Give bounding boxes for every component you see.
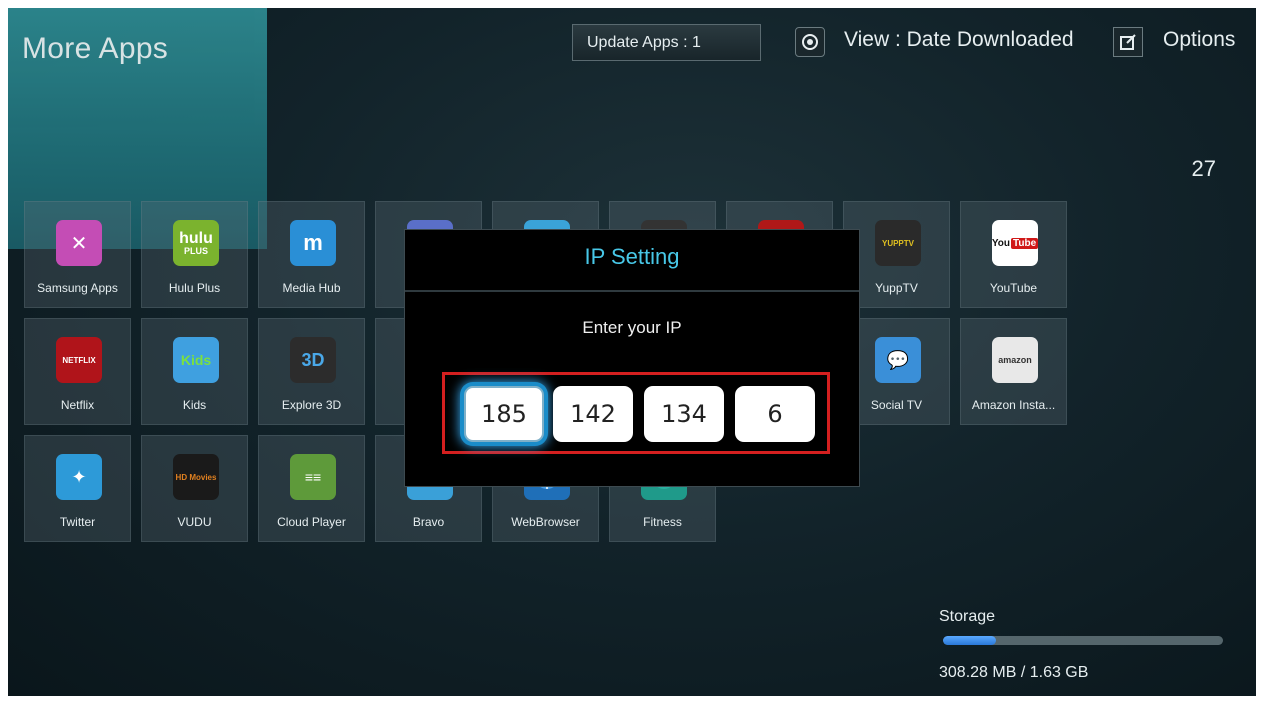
netflix-icon: NETFLIX <box>56 337 102 383</box>
ip-octet-1-input[interactable]: 185 <box>464 386 544 442</box>
kids-icon: Kids <box>173 337 219 383</box>
app-tile-label: Amazon Insta... <box>971 398 1056 412</box>
app-tile-label: Cloud Player <box>277 515 346 529</box>
storage-label: Storage <box>939 608 996 625</box>
app-tile-label: Explore 3D <box>281 398 342 412</box>
twitter-icon: ✦ <box>56 454 102 500</box>
ip-octet-4-input[interactable]: 6 <box>735 386 815 442</box>
app-tile-label: Kids <box>182 398 207 412</box>
options-button[interactable]: Options <box>1163 28 1235 52</box>
dialog-divider <box>405 290 859 292</box>
storage-bar <box>943 636 1223 645</box>
hulu-plus-icon: hulu PLUS <box>173 220 219 266</box>
app-tile[interactable]: 3D Explore 3D <box>258 318 365 425</box>
app-tile-label: Twitter <box>59 515 96 529</box>
social-tv-icon: 💬 <box>875 337 921 383</box>
youtube-logo-tube: Tube <box>1011 237 1038 249</box>
storage-bar-fill <box>943 636 997 645</box>
ip-setting-dialog: IP Setting Enter your IP 185 142 134 6 <box>404 229 860 487</box>
vudu-logo-text: HD Movies <box>175 472 217 482</box>
yupptv-logo-text: YUPPTV <box>881 238 914 248</box>
app-tile-label: Hulu Plus <box>168 281 221 295</box>
app-tile-label: VUDU <box>177 515 212 529</box>
app-tile-label: Bravo <box>412 515 445 529</box>
app-count: 27 <box>1191 156 1216 181</box>
ip-octet-3-input[interactable]: 134 <box>644 386 724 442</box>
app-tile[interactable]: ✦ Twitter <box>24 435 131 542</box>
app-tile-label: Media Hub <box>282 281 341 295</box>
update-apps-button[interactable]: Update Apps : 1 <box>572 24 761 61</box>
amazon-logo-text: amazon <box>998 355 1032 365</box>
youtube-icon: You Tube <box>992 220 1038 266</box>
kids-logo-text: Kids <box>180 352 212 368</box>
app-tile[interactable]: ✕ Samsung Apps <box>24 201 131 308</box>
app-tile[interactable]: You Tube YouTube <box>960 201 1067 308</box>
yupptv-icon: YUPPTV <box>875 220 921 266</box>
app-tile-label: Fitness <box>643 515 682 529</box>
samsung-apps-icon: ✕ <box>56 220 102 266</box>
app-tile-label: Samsung Apps <box>37 281 118 295</box>
vudu-icon: HD Movies <box>173 454 219 500</box>
amazon-instant-icon: amazon <box>992 337 1038 383</box>
options-icon[interactable] <box>1113 27 1143 57</box>
view-sort-button[interactable]: View : Date Downloaded <box>844 28 1074 52</box>
app-tile[interactable]: m Media Hub <box>258 201 365 308</box>
app-tile[interactable]: hulu PLUS Hulu Plus <box>141 201 248 308</box>
app-tile[interactable]: ≡≡ Cloud Player <box>258 435 365 542</box>
dialog-title: IP Setting <box>584 244 680 269</box>
ip-octet-2-input[interactable]: 142 <box>553 386 633 442</box>
hulu-logo-text: hulu <box>179 229 213 247</box>
netflix-logo-text: NETFLIX <box>62 355 96 365</box>
app-tile[interactable]: Kids Kids <box>141 318 248 425</box>
ip-input-group: 185 142 134 6 <box>442 372 830 454</box>
view-icon[interactable] <box>795 27 825 57</box>
storage-usage: 308.28 MB / 1.63 GB <box>939 664 1089 681</box>
youtube-logo-you: You <box>992 237 1010 249</box>
app-tile-label: YouTube <box>989 281 1038 295</box>
media-hub-icon: m <box>290 220 336 266</box>
hulu-logo-subtext: PLUS <box>183 245 208 256</box>
app-tile[interactable]: NETFLIX Netflix <box>24 318 131 425</box>
app-tile[interactable]: HD Movies VUDU <box>141 435 248 542</box>
dialog-prompt: Enter your IP <box>582 318 682 337</box>
cloud-player-icon: ≡≡ <box>290 454 336 500</box>
page-title: More Apps <box>22 32 169 65</box>
tv-screen: More Apps Update Apps : 1 View : Date Do… <box>8 8 1256 696</box>
app-tile-label: Netflix <box>60 398 95 412</box>
explore-3d-icon: 3D <box>290 337 336 383</box>
app-tile-label: WebBrowser <box>511 515 580 529</box>
app-tile[interactable]: amazon Amazon Insta... <box>960 318 1067 425</box>
